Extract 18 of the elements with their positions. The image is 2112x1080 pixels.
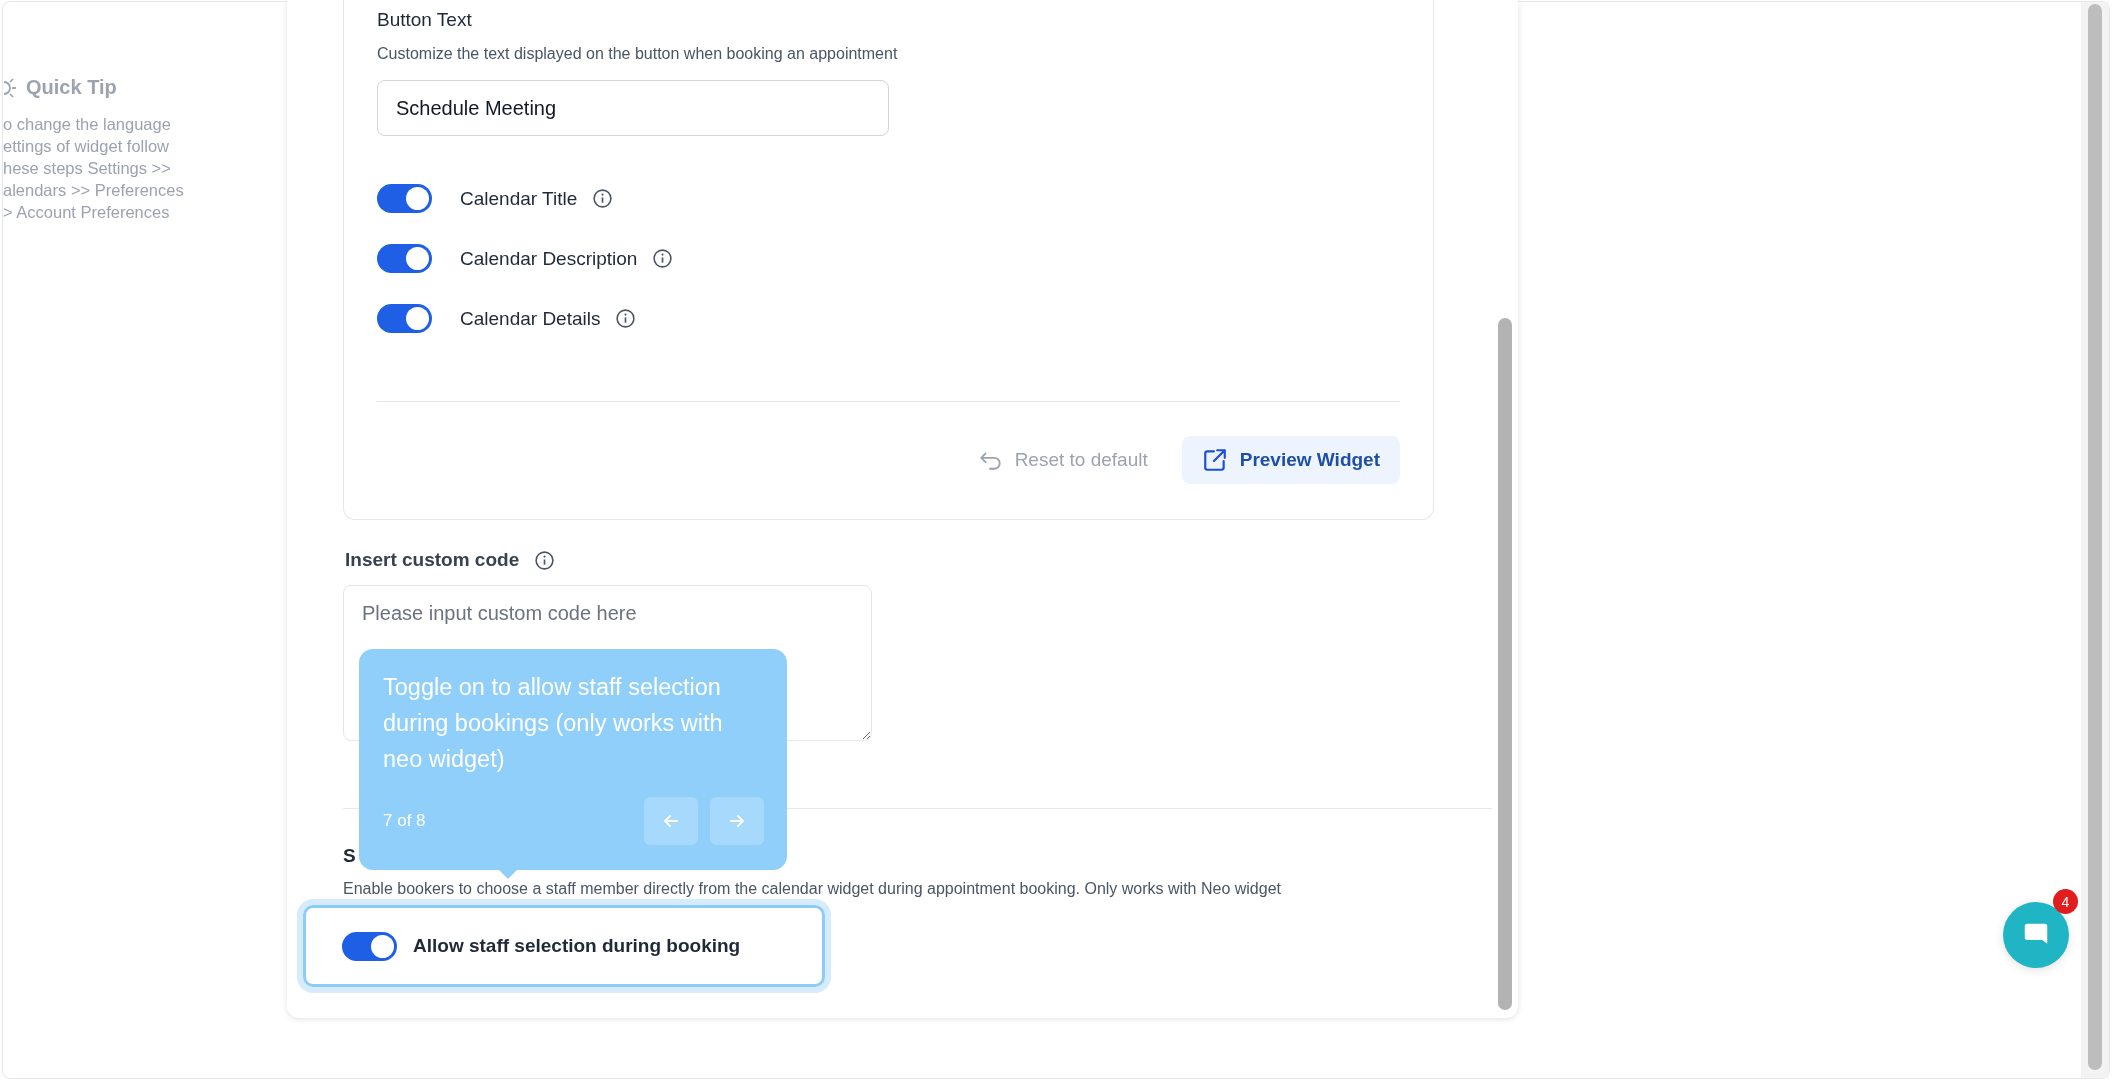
- toggle-label: Calendar Title: [460, 187, 578, 210]
- field-label: Insert custom code: [345, 549, 520, 571]
- tip-text: alendars >> Preferences: [3, 180, 185, 201]
- field-label: Button Text: [377, 8, 473, 32]
- field-description: Customize the text displayed on the button when booking an appointment: [377, 44, 899, 64]
- notification-badge: 4: [2053, 889, 2078, 914]
- section-heading: S: [343, 845, 357, 867]
- toggle-label: Calendar Details: [460, 307, 601, 330]
- tip-title: Quick Tip: [26, 76, 117, 99]
- field-description: Enable bookers to choose a staff member directly from the calendar widget during appointment booking. Only works with Neo widget: [343, 879, 1282, 899]
- step-counter: 7 of 8: [383, 811, 426, 831]
- tip-text: o change the language: [3, 114, 172, 135]
- tip-text: ettings of widget follow: [3, 136, 170, 157]
- toggle-label: Allow staff selection during booking: [413, 935, 741, 957]
- tip-text: > Account Preferences: [3, 202, 171, 223]
- tip-text: hese steps Settings >>: [3, 158, 172, 179]
- toggle-label: Calendar Description: [460, 247, 638, 270]
- tooltip-text: Toggle on to allow staff selection during bookings (only works with neo widget): [383, 673, 724, 774]
